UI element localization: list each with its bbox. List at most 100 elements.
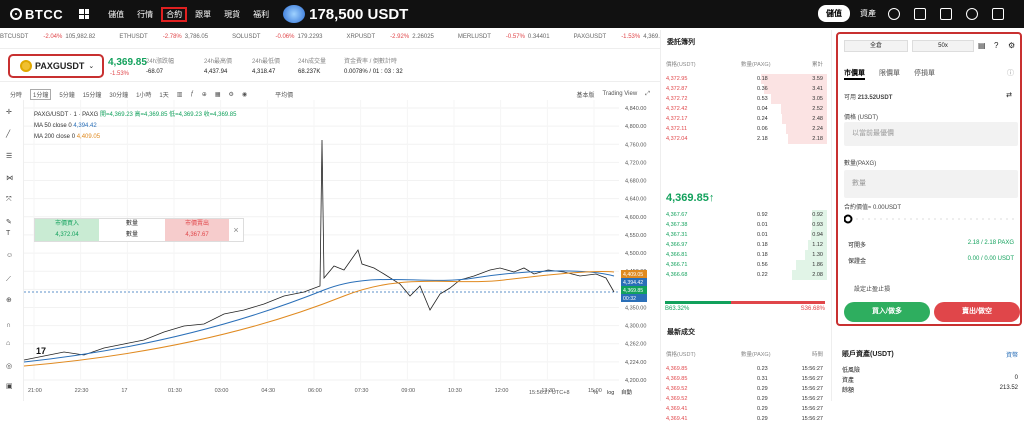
scale-toggle[interactable]: log bbox=[607, 390, 614, 396]
quick-qty[interactable]: 數量 數量 bbox=[99, 219, 165, 241]
promo-banner[interactable]: 178,500 USDT bbox=[283, 5, 408, 23]
fullscreen-icon[interactable]: ⤢ bbox=[645, 91, 650, 98]
settings-icon[interactable]: ⚙ bbox=[1008, 41, 1015, 50]
tf-5m[interactable]: 5分鐘 bbox=[59, 90, 74, 99]
ticker-item[interactable]: XRPUSDT -2.92% 2.26025 bbox=[347, 34, 446, 40]
tradingview-button[interactable]: Trading View bbox=[603, 91, 638, 97]
nav-copy-trading[interactable]: 跟單 bbox=[190, 7, 216, 22]
nav-spot[interactable]: 現貨 bbox=[219, 7, 245, 22]
scale-toggle[interactable]: 自動 bbox=[621, 388, 633, 396]
ticker-item[interactable]: SOLUSDT -0.06% 179.2293 bbox=[232, 34, 334, 40]
price-input[interactable]: 以當前最優價 bbox=[844, 122, 1018, 146]
tab-stop[interactable]: 停損單 bbox=[914, 68, 935, 80]
bid-row[interactable]: 4,367.31 0.01 0.94 bbox=[661, 230, 827, 240]
emoji-icon[interactable]: ☺ bbox=[6, 252, 18, 262]
brush-icon[interactable]: ✎ bbox=[6, 218, 18, 228]
ruler-icon[interactable]: ⟋ bbox=[6, 276, 18, 286]
row-total: 2.08 bbox=[812, 272, 823, 278]
apps-grid-icon[interactable] bbox=[79, 9, 90, 19]
trendline-icon[interactable]: ╱ bbox=[6, 130, 18, 140]
indicators-icon[interactable]: ƒ bbox=[190, 91, 193, 97]
buy-long-button[interactable]: 買入/做多 bbox=[844, 302, 930, 322]
bid-row[interactable]: 4,366.68 0.22 2.08 bbox=[661, 270, 827, 280]
info-icon[interactable]: ⓘ bbox=[1007, 68, 1014, 78]
legend-ohlc: 開=4,369.23 高=4,369.85 低=4,369.23 收=4,369… bbox=[100, 112, 237, 118]
bid-row[interactable]: 4,366.81 0.18 1.30 bbox=[661, 250, 827, 260]
settings-icon[interactable]: ⚙ bbox=[228, 91, 233, 98]
bid-row[interactable]: 4,367.38 0.01 0.93 bbox=[661, 220, 827, 230]
tab-limit[interactable]: 限價單 bbox=[879, 68, 900, 80]
qty-slider[interactable] bbox=[844, 214, 1018, 224]
crosshair-icon[interactable]: ✛ bbox=[6, 108, 18, 118]
stat-funding-rate[interactable]: 資金費率 / 倒數計時 0.0078% / 01 : 03 : 32 bbox=[344, 57, 403, 77]
bid-row[interactable]: 4,367.67 0.92 0.92 bbox=[661, 210, 827, 220]
ask-row[interactable]: 4,372.72 0.53 3.05 bbox=[661, 94, 827, 104]
ask-row[interactable]: 4,372.42 0.04 2.52 bbox=[661, 104, 827, 114]
hide-icon[interactable]: ◎ bbox=[6, 362, 18, 372]
lock-icon[interactable]: ⌂ bbox=[6, 340, 18, 350]
notification-icon[interactable] bbox=[914, 7, 926, 20]
quick-sell-button[interactable]: 市價賣出 4,367.67 bbox=[165, 219, 229, 241]
row-price: 4,372.17 bbox=[666, 116, 688, 122]
transfer-icon[interactable]: ⇄ bbox=[1006, 91, 1012, 99]
price-chart[interactable]: 4,840.00 4,800.00 4,760.00 4,720.00 4,680.00… bbox=[24, 100, 652, 400]
trash-icon[interactable]: ▣ bbox=[6, 382, 18, 392]
magnet-icon[interactable]: ∩ bbox=[6, 322, 18, 332]
ma50-line bbox=[24, 270, 615, 363]
tpsl-toggle[interactable]: 設定止盈止損 bbox=[854, 284, 890, 293]
ask-row[interactable]: 4,372.11 0.06 2.24 bbox=[661, 124, 827, 134]
calculator-icon[interactable]: ▤ bbox=[978, 41, 986, 50]
download-icon[interactable] bbox=[940, 7, 952, 20]
ticker-item[interactable]: ETHUSDT -2.78% 3,786.05 bbox=[119, 34, 220, 40]
menu-icon[interactable] bbox=[992, 7, 1004, 20]
bid-row[interactable]: 4,366.71 0.56 1.86 bbox=[661, 260, 827, 270]
margin-mode-select[interactable]: 全倉 bbox=[844, 40, 908, 52]
ask-row[interactable]: 4,372.17 0.24 2.48 bbox=[661, 114, 827, 124]
layout-icon[interactable]: ▦ bbox=[215, 91, 221, 98]
tf-1m[interactable]: 1分鐘 bbox=[30, 88, 52, 100]
qty-label[interactable]: 數量(PAXG) bbox=[844, 158, 876, 167]
assets-menu[interactable]: 資產 bbox=[860, 8, 876, 19]
indicator-select[interactable]: 平均價 bbox=[275, 90, 293, 99]
tf-line[interactable]: 分時 bbox=[10, 90, 22, 99]
quick-buy-button[interactable]: 市價買入 4,372.04 bbox=[35, 219, 99, 241]
screenshot-icon[interactable]: ◉ bbox=[242, 91, 247, 98]
ask-row[interactable]: 4,372.04 2.18 2.18 bbox=[661, 134, 827, 144]
ask-row[interactable]: 4,372.95 0.18 3.59 bbox=[661, 74, 827, 84]
globe-icon[interactable] bbox=[966, 7, 978, 20]
pattern-icon[interactable]: ⋈ bbox=[6, 174, 18, 184]
leverage-select[interactable]: 50x bbox=[912, 40, 974, 52]
pair-selector[interactable]: PAXGUSDT ⌄ bbox=[8, 54, 104, 78]
bid-row[interactable]: 4,366.97 0.18 1.12 bbox=[661, 240, 827, 250]
ask-row[interactable]: 4,372.87 0.36 3.41 bbox=[661, 84, 827, 94]
tf-30m[interactable]: 30分鐘 bbox=[109, 90, 128, 99]
nav-deposit[interactable]: 儲值 bbox=[103, 7, 129, 22]
tf-1h[interactable]: 1小時 bbox=[136, 90, 151, 99]
nav-futures[interactable]: 合約 bbox=[161, 6, 188, 22]
zoom-icon[interactable]: ⊕ bbox=[6, 296, 18, 306]
qty-input[interactable]: 數量 bbox=[844, 170, 1018, 198]
ticker-item[interactable]: BTCUSDT -2.04% 105,982.82 bbox=[0, 34, 107, 40]
compare-icon[interactable]: ⊕ bbox=[202, 91, 207, 98]
nav-markets[interactable]: 行情 bbox=[132, 7, 158, 22]
nav-rewards[interactable]: 福利 bbox=[248, 7, 274, 22]
close-icon[interactable]: × bbox=[229, 219, 243, 241]
fib-icon[interactable]: ☰ bbox=[6, 152, 18, 162]
ticker-item[interactable]: MERLUSDT -0.57% 0.34401 bbox=[458, 34, 562, 40]
help-icon[interactable]: ? bbox=[994, 41, 998, 50]
deposit-button[interactable]: 儲值 bbox=[818, 5, 850, 22]
btcc-logo[interactable]: BTCC bbox=[10, 7, 63, 22]
projection-icon[interactable]: ⤧ bbox=[6, 196, 18, 206]
text-icon[interactable]: T bbox=[6, 230, 18, 240]
ticker-item[interactable]: PAXGUSDT -1.53%4,369.85 bbox=[574, 34, 660, 40]
tf-1d[interactable]: 1天 bbox=[159, 90, 168, 99]
candle-type-icon[interactable]: ▥ bbox=[177, 91, 183, 98]
account-link[interactable]: 資幣 bbox=[1006, 350, 1018, 359]
stat-24h-volume: 24h成交量 68.237K bbox=[298, 57, 326, 77]
sell-short-button[interactable]: 賣出/做空 bbox=[934, 302, 1020, 322]
scale-toggle[interactable]: % bbox=[593, 390, 598, 396]
user-icon[interactable] bbox=[888, 7, 900, 20]
tab-market[interactable]: 市價單 bbox=[844, 68, 865, 80]
basic-view-button[interactable]: 基本版 bbox=[576, 90, 594, 99]
tf-15m[interactable]: 15分鐘 bbox=[83, 90, 102, 99]
